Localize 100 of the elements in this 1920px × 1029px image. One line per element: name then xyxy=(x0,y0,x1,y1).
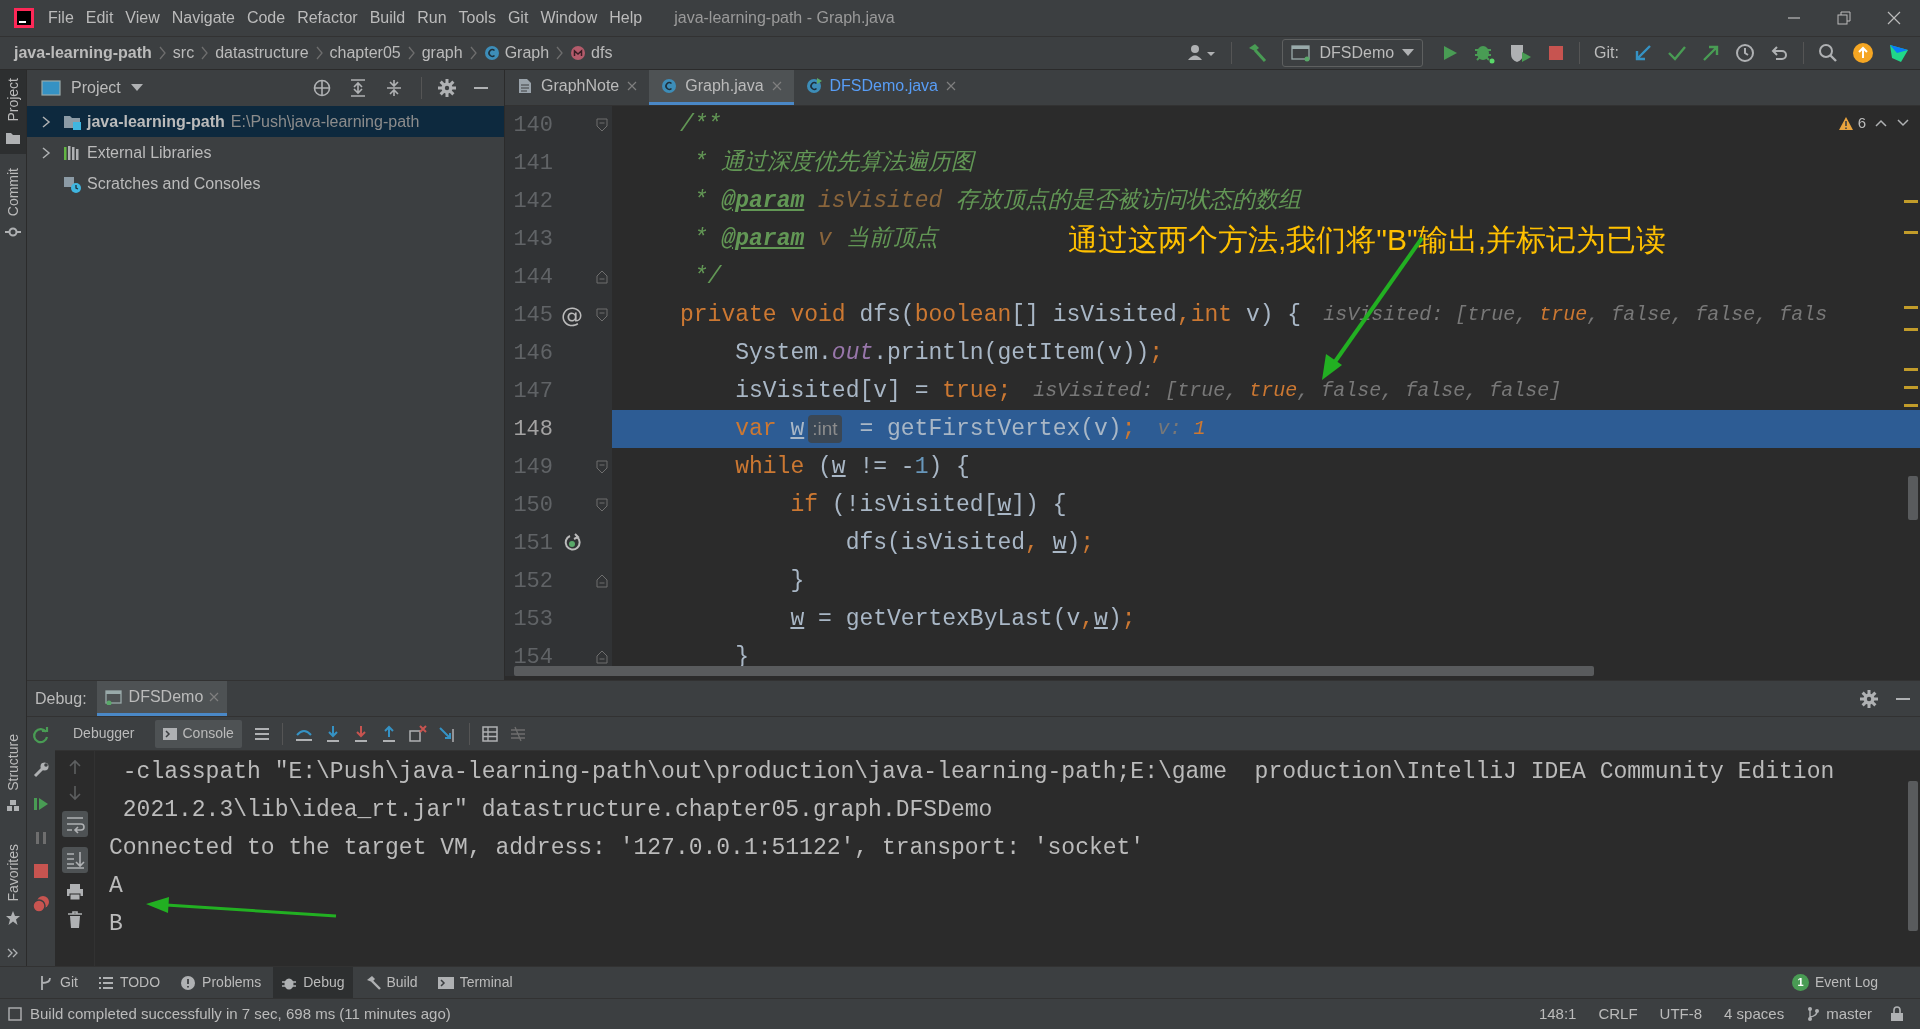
editor-tab[interactable]: GraphNote xyxy=(505,70,650,105)
tool-window-tab[interactable]: TODO xyxy=(89,967,169,998)
stop-icon[interactable] xyxy=(33,863,49,879)
step-out-icon[interactable] xyxy=(380,724,397,743)
menu-item[interactable]: Tools xyxy=(452,6,502,30)
warning-count[interactable]: 6 xyxy=(1837,112,1866,135)
tool-window-tab[interactable]: Project xyxy=(0,70,26,154)
menu-item[interactable]: Build xyxy=(363,6,412,30)
users-icon[interactable] xyxy=(1187,43,1218,63)
settings-icon[interactable] xyxy=(1860,689,1878,708)
tree-item[interactable]: External Libraries xyxy=(27,137,504,168)
breadcrumb[interactable]: Graph xyxy=(483,41,550,65)
tool-window-tab[interactable]: Build xyxy=(356,967,426,998)
streams-icon[interactable] xyxy=(509,725,526,742)
push-arrow-icon[interactable] xyxy=(1701,43,1721,63)
resume-icon[interactable] xyxy=(32,795,50,813)
menu-item[interactable]: Edit xyxy=(79,6,120,30)
editor-tab[interactable]: DFSDemo.java xyxy=(793,70,968,105)
trash-icon[interactable] xyxy=(66,911,83,929)
breadcrumb[interactable]: dfs xyxy=(570,41,613,65)
collapse-all-icon[interactable] xyxy=(385,79,403,97)
tool-window-tab[interactable]: Debug xyxy=(273,967,353,998)
menu-item[interactable]: View xyxy=(119,6,166,30)
breadcrumb[interactable]: graph xyxy=(421,41,463,65)
chevron-down-icon[interactable] xyxy=(1896,118,1910,129)
menu-item[interactable]: Help xyxy=(603,6,649,30)
notification-badge: 1 xyxy=(1791,974,1809,991)
vertical-scrollbar-thumb[interactable] xyxy=(1908,476,1918,520)
status-item[interactable]: UTF-8 xyxy=(1655,1002,1707,1026)
tool-window-tab[interactable]: Problems xyxy=(172,967,270,998)
fold-marker-icon[interactable] xyxy=(595,460,608,474)
tool-window-tab[interactable]: Terminal xyxy=(429,967,521,998)
run-to-cursor-icon[interactable] xyxy=(438,724,457,743)
update-arrow-icon[interactable] xyxy=(1633,43,1653,63)
status-item[interactable]: 148:1 xyxy=(1534,1002,1581,1026)
tool-window-tab[interactable]: Git xyxy=(30,967,86,998)
chevron-icon xyxy=(314,45,324,61)
fold-marker-icon[interactable] xyxy=(595,118,608,132)
status-item[interactable]: 4 spaces xyxy=(1720,1002,1789,1026)
breakpoints-icon[interactable] xyxy=(32,895,50,913)
git-branch[interactable]: master xyxy=(1802,1002,1876,1026)
scroll-to-end-icon[interactable] xyxy=(61,847,88,873)
close-icon[interactable] xyxy=(627,81,638,91)
arrow-up-icon[interactable] xyxy=(67,759,82,775)
clock-icon[interactable] xyxy=(1735,43,1755,63)
debug-view-tab[interactable]: Debugger xyxy=(65,719,143,748)
arrow-down-icon[interactable] xyxy=(67,785,82,801)
close-icon[interactable] xyxy=(1886,10,1902,26)
run-configuration-dropdown[interactable]: DFSDemo xyxy=(1282,39,1424,67)
breadcrumb[interactable]: src xyxy=(172,41,195,65)
tree-item[interactable]: Scratches and Consoles xyxy=(27,168,504,199)
tool-window-tab[interactable]: 1 Event Log xyxy=(1783,967,1886,998)
menu-item[interactable]: Navigate xyxy=(165,6,241,30)
expand-all-icon[interactable] xyxy=(349,79,367,97)
gutter-marker[interactable]: @ xyxy=(561,298,583,332)
fold-marker-icon[interactable] xyxy=(595,270,608,284)
fold-marker-icon[interactable] xyxy=(595,574,608,588)
menu-item[interactable]: Git xyxy=(501,6,535,30)
menu-item[interactable]: Refactor xyxy=(291,6,364,30)
breadcrumb[interactable]: java-learning-path xyxy=(14,41,152,65)
menu-item[interactable]: Run xyxy=(411,6,453,30)
breadcrumb[interactable]: chapter05 xyxy=(329,41,401,65)
fold-marker-icon[interactable] xyxy=(595,308,608,322)
step-over-icon[interactable] xyxy=(324,724,341,743)
menu-item[interactable]: File xyxy=(42,6,80,30)
wrench-icon[interactable] xyxy=(32,761,50,779)
editor-tab[interactable]: Graph.java xyxy=(649,70,794,105)
locate-icon[interactable] xyxy=(313,79,331,97)
restore-icon[interactable] xyxy=(1836,10,1852,26)
print-icon[interactable] xyxy=(65,883,84,901)
vertical-scrollbar-thumb[interactable] xyxy=(1908,781,1918,931)
menu-icon[interactable] xyxy=(253,726,270,741)
tree-item[interactable]: java-learning-path E:\Push\java-learning-path xyxy=(27,106,504,137)
settings-icon[interactable] xyxy=(438,79,456,97)
stop-icon[interactable] xyxy=(1547,44,1566,62)
search-icon[interactable] xyxy=(1818,43,1838,63)
breadcrumb[interactable]: datastructure xyxy=(215,41,309,65)
plugin-logo-icon[interactable] xyxy=(1888,42,1910,64)
debug-session-tab[interactable]: DFSDemo xyxy=(96,681,228,716)
caret-icon[interactable] xyxy=(130,84,143,92)
drop-frame-icon[interactable] xyxy=(408,724,427,743)
recursion-icon[interactable] xyxy=(562,533,582,553)
horizontal-scrollbar-thumb[interactable] xyxy=(514,666,1594,676)
rerun-icon[interactable] xyxy=(32,727,50,745)
chevron-up-icon[interactable] xyxy=(1874,118,1888,129)
debug-view-tab[interactable]: Console xyxy=(154,719,242,748)
update-badge-icon[interactable] xyxy=(1852,42,1874,64)
soft-wrap-icon[interactable] xyxy=(61,811,88,837)
menu-item[interactable]: Window xyxy=(534,6,604,30)
menu-item[interactable]: Code xyxy=(240,6,292,30)
close-icon[interactable] xyxy=(946,81,956,91)
fold-marker-icon[interactable] xyxy=(595,650,608,664)
lock-icon[interactable] xyxy=(1890,1006,1904,1022)
undo-icon[interactable] xyxy=(1769,43,1789,63)
layout-icon[interactable] xyxy=(8,1007,22,1021)
fold-marker-icon[interactable] xyxy=(595,498,608,512)
table-icon[interactable] xyxy=(481,725,498,742)
more-icon[interactable] xyxy=(7,948,19,958)
status-item[interactable]: CRLF xyxy=(1594,1002,1642,1026)
step-into-icon[interactable] xyxy=(352,724,369,743)
